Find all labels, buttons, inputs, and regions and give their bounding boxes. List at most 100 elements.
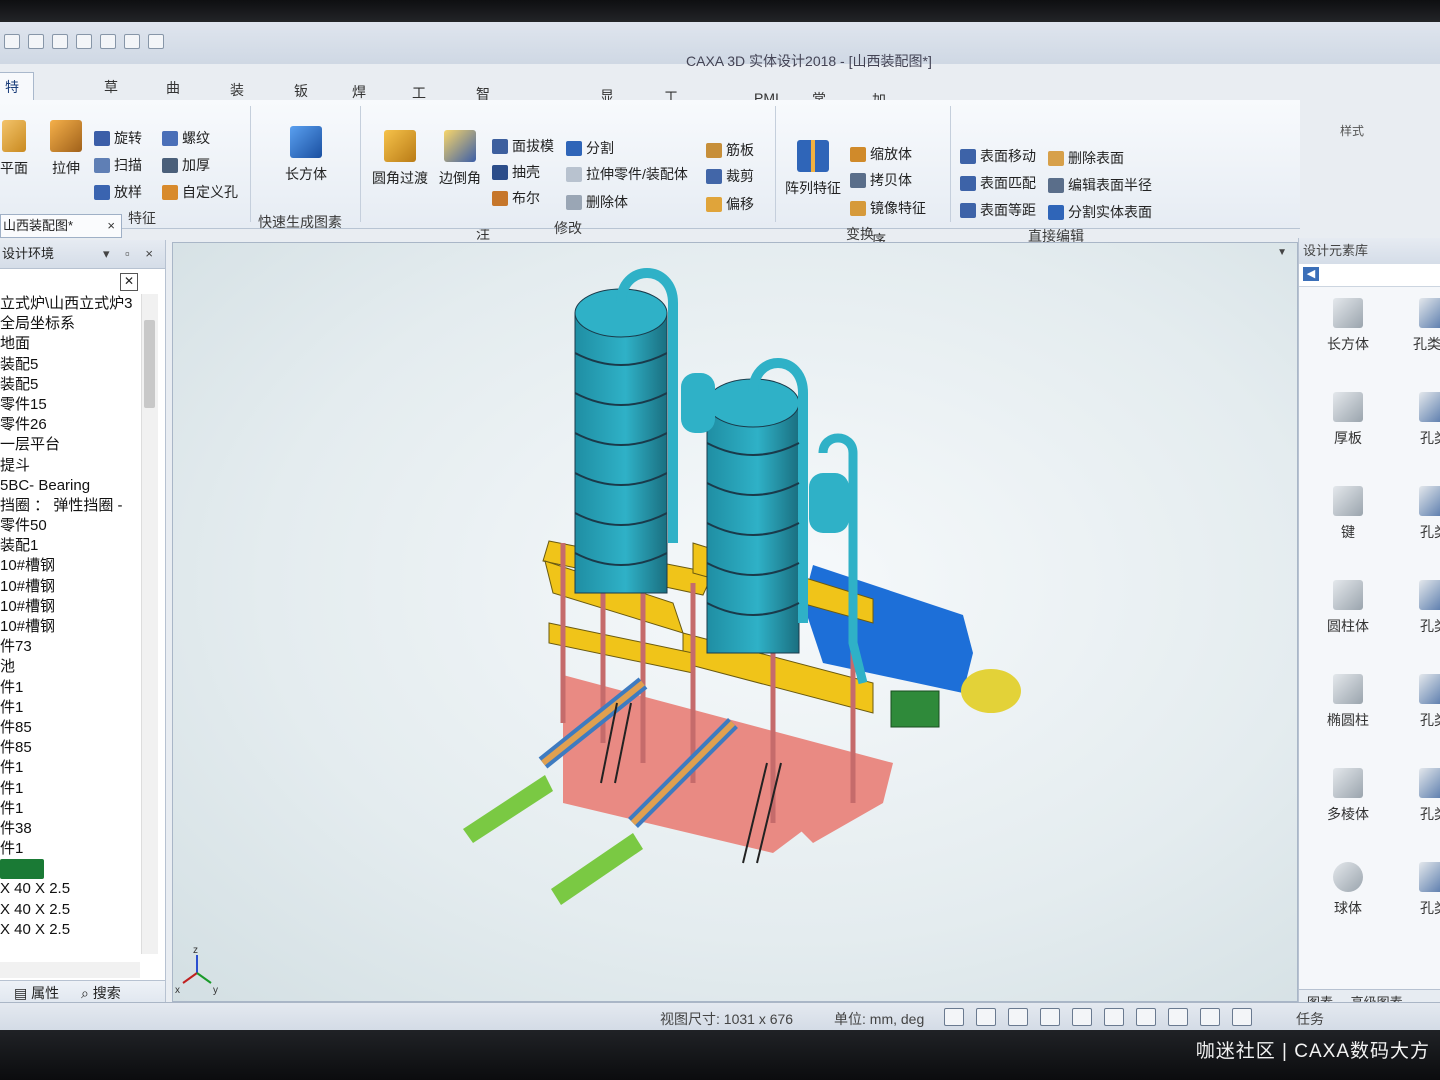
tree-scrollbar[interactable]: [141, 294, 158, 954]
face-move-button[interactable]: 表面移动: [960, 146, 1036, 166]
library-element[interactable]: 椭圆柱: [1313, 674, 1383, 730]
tree-item[interactable]: 地面: [0, 334, 140, 354]
trim-button[interactable]: 裁剪: [706, 166, 754, 186]
tree-item[interactable]: 10#槽钢: [0, 577, 140, 597]
fillet-button[interactable]: 圆角过渡: [368, 130, 432, 188]
tree-item[interactable]: 零件15: [0, 395, 140, 415]
clear-filter-icon[interactable]: ✕: [120, 273, 138, 291]
split-button[interactable]: 分割: [566, 138, 614, 158]
sweep-button[interactable]: 扫描: [94, 155, 142, 175]
render-mode-icon[interactable]: [1040, 1008, 1060, 1026]
tree-item[interactable]: 装配5: [0, 355, 140, 375]
document-tab[interactable]: 山西装配图* ×: [0, 214, 122, 238]
custom-hole-button[interactable]: 自定义孔: [162, 182, 238, 202]
glasses-icon[interactable]: [1136, 1008, 1156, 1026]
print-icon[interactable]: [76, 34, 92, 49]
close-icon[interactable]: ×: [107, 215, 115, 237]
scrollbar-thumb[interactable]: [144, 320, 155, 408]
save-icon[interactable]: [52, 34, 68, 49]
viewport-menu-icon[interactable]: ▼: [1277, 247, 1287, 258]
tree-item[interactable]: 10#槽钢: [0, 617, 140, 637]
tree-item[interactable]: 件1: [0, 698, 140, 718]
tree-item[interactable]: 10#槽钢: [0, 556, 140, 576]
tree-item[interactable]: X 40 X 2.5: [0, 920, 140, 940]
view-orient-icon[interactable]: [1008, 1008, 1028, 1026]
tree-item[interactable]: X 40 X 2.5: [0, 879, 140, 899]
tree-item[interactable]: 件1: [0, 799, 140, 819]
pattern-button[interactable]: 阵列特征: [780, 140, 846, 198]
tree-item[interactable]: 零件26: [0, 415, 140, 435]
back-arrow-icon[interactable]: ◀: [1303, 267, 1319, 281]
library-element[interactable]: 键: [1313, 486, 1383, 542]
library-element[interactable]: 长方体: [1313, 298, 1383, 354]
tree-item[interactable]: 池: [0, 657, 140, 677]
thicken-button[interactable]: 加厚: [162, 155, 210, 175]
thread-button[interactable]: 螺纹: [162, 128, 210, 148]
loft-button[interactable]: 放样: [94, 182, 142, 202]
revolve-button[interactable]: 旋转: [94, 128, 142, 148]
mirror-button[interactable]: 镜像特征: [850, 198, 926, 218]
3d-viewport[interactable]: ▼ z x y: [172, 242, 1298, 1002]
box-button[interactable]: 长方体: [280, 126, 332, 184]
tab-search[interactable]: 搜索: [93, 985, 121, 1001]
draft-button[interactable]: 面拔模: [492, 136, 554, 156]
extrude-button[interactable]: 拉伸: [44, 120, 88, 178]
plane-button[interactable]: 平面: [0, 120, 34, 178]
split-solid-face-button[interactable]: 分割实体表面: [1048, 202, 1152, 222]
tab-0[interactable]: 特征: [0, 72, 34, 123]
redo-icon[interactable]: [148, 34, 164, 49]
panel-controls[interactable]: ▾ ▫ ×: [103, 240, 159, 268]
tree-item[interactable]: 装配5: [0, 375, 140, 395]
new-file-icon[interactable]: [4, 34, 20, 49]
tree-item[interactable]: 5BC- Bearing: [0, 476, 140, 496]
task-label[interactable]: 任务: [1296, 1009, 1324, 1029]
delete-body-button[interactable]: 删除体: [566, 192, 628, 212]
zoom-window-icon[interactable]: [976, 1008, 996, 1026]
tree-item[interactable]: 件1: [0, 678, 140, 698]
tab-properties[interactable]: 属性: [31, 985, 59, 1001]
tree-item[interactable]: 挡圈 ： 弹性挡圈 -: [0, 496, 140, 516]
tree-item[interactable]: 件1: [0, 839, 140, 859]
extrude-part-button[interactable]: 拉伸零件/装配体: [566, 164, 688, 184]
library-element[interactable]: 厚板: [1313, 392, 1383, 448]
zoom-icon[interactable]: [944, 1008, 964, 1026]
face-equal-button[interactable]: 表面等距: [960, 200, 1036, 220]
tab-1[interactable]: 草图: [90, 73, 132, 123]
delete-face-button[interactable]: 删除表面: [1048, 148, 1124, 168]
rib-button[interactable]: 筋板: [706, 140, 754, 160]
lighting-icon[interactable]: [1072, 1008, 1092, 1026]
library-element[interactable]: 孔类长: [1399, 298, 1440, 354]
tree-item[interactable]: 10#槽钢: [0, 597, 140, 617]
scale-body-button[interactable]: 缩放体: [850, 144, 912, 164]
tree-item[interactable]: X 40 X 2.5: [0, 900, 140, 920]
offset-button[interactable]: 偏移: [706, 194, 754, 214]
style-menu[interactable]: 样式: [1340, 122, 1364, 139]
library-element[interactable]: 孔类: [1399, 392, 1440, 448]
tree-item[interactable]: 立式炉\山西立式炉3: [0, 294, 140, 314]
library-element[interactable]: 孔类: [1399, 674, 1440, 730]
tree-item[interactable]: 件1: [0, 779, 140, 799]
library-element[interactable]: 球体: [1313, 862, 1383, 918]
select-icon[interactable]: [1232, 1008, 1252, 1026]
tree-horizontal-scrollbar[interactable]: [0, 962, 140, 978]
library-element[interactable]: 孔类: [1399, 862, 1440, 918]
face-match-button[interactable]: 表面匹配: [960, 173, 1036, 193]
tree-item[interactable]: 全局坐标系: [0, 314, 140, 334]
library-element[interactable]: 孔类: [1399, 768, 1440, 824]
display-icon[interactable]: [1168, 1008, 1188, 1026]
edit-radius-button[interactable]: 编辑表面半径: [1048, 175, 1152, 195]
tree-item[interactable]: 装配1: [0, 536, 140, 556]
tree-item[interactable]: [0, 859, 44, 880]
library-element[interactable]: 圆柱体: [1313, 580, 1383, 636]
tree-item[interactable]: 件85: [0, 718, 140, 738]
tab-2[interactable]: 曲面: [152, 74, 194, 124]
copy-body-button[interactable]: 拷贝体: [850, 170, 912, 190]
properties-icon[interactable]: [100, 34, 116, 49]
tree-item[interactable]: 提斗: [0, 456, 140, 476]
chamfer-button[interactable]: 边倒角: [436, 130, 484, 188]
tree-item[interactable]: 件85: [0, 738, 140, 758]
tree-item[interactable]: 一层平台: [0, 435, 140, 455]
shell-button[interactable]: 抽壳: [492, 162, 540, 182]
undo-icon[interactable]: [124, 34, 140, 49]
library-element[interactable]: 孔类: [1399, 580, 1440, 636]
